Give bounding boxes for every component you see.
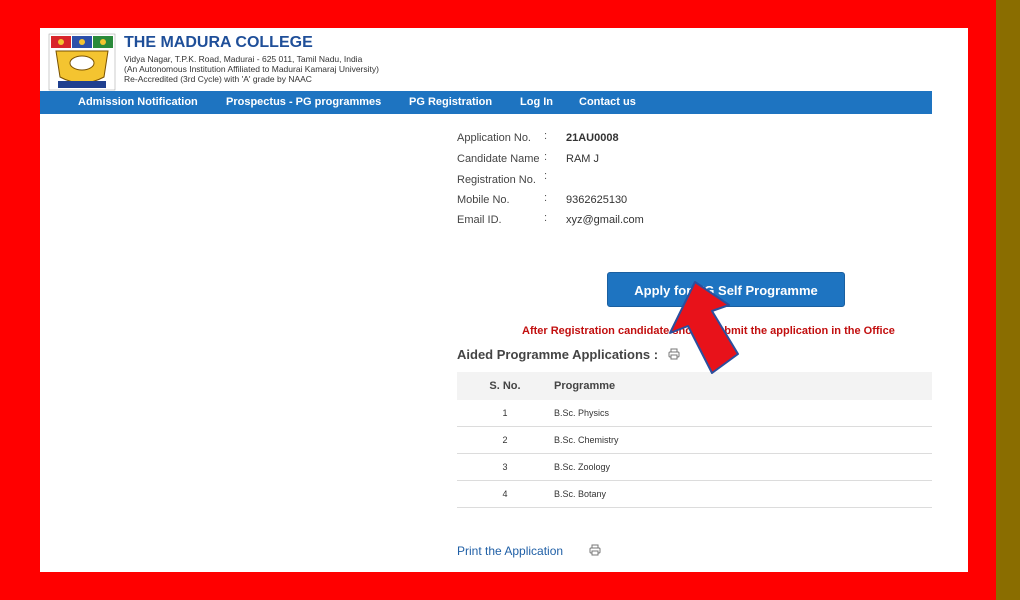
college-logo bbox=[48, 33, 116, 91]
table-row[interactable]: 4 B.Sc. Botany bbox=[457, 480, 932, 508]
row-sno: 3 bbox=[457, 453, 553, 481]
table-header-row: S. No. Programme bbox=[457, 372, 932, 400]
aided-section-title: Aided Programme Applications : bbox=[457, 347, 659, 362]
printer-icon[interactable] bbox=[589, 544, 601, 556]
table-row[interactable]: 1 B.Sc. Physics bbox=[457, 400, 932, 427]
field-colon: : bbox=[544, 170, 548, 182]
college-accreditation-line: Re-Accredited (3rd Cycle) with 'A' grade… bbox=[124, 74, 312, 84]
college-affiliation-line: (An Autonomous Institution Affiliated to… bbox=[124, 64, 379, 74]
mobile-no-value: 9362625130 bbox=[566, 194, 628, 206]
candidate-name-value: RAM J bbox=[566, 153, 599, 165]
application-no-value: 21AU0008 bbox=[566, 132, 619, 144]
college-address-line: Vidya Nagar, T.P.K. Road, Madurai - 625 … bbox=[124, 54, 363, 64]
nav-prospectus-pg[interactable]: Prospectus - PG programmes bbox=[226, 91, 381, 114]
candidate-name-label: Candidate Name bbox=[457, 153, 540, 165]
aided-programme-table: S. No. Programme 1 B.Sc. Physics 2 B.Sc.… bbox=[457, 372, 932, 508]
table-row[interactable]: 2 B.Sc. Chemistry bbox=[457, 426, 932, 454]
main-navbar: Admission Notification Prospectus - PG p… bbox=[40, 91, 932, 114]
row-programme: B.Sc. Chemistry bbox=[553, 426, 932, 454]
field-colon: : bbox=[544, 212, 548, 224]
nav-pg-registration[interactable]: PG Registration bbox=[409, 91, 492, 114]
field-colon: : bbox=[544, 192, 548, 204]
nav-admission-notification[interactable]: Admission Notification bbox=[78, 91, 198, 114]
print-application-link[interactable]: Print the Application bbox=[457, 544, 563, 558]
email-id-label: Email ID. bbox=[457, 214, 502, 226]
row-sno: 2 bbox=[457, 426, 553, 454]
row-programme: B.Sc. Physics bbox=[553, 400, 932, 427]
nav-contact-us[interactable]: Contact us bbox=[579, 91, 636, 114]
email-id-value: xyz@gmail.com bbox=[566, 214, 644, 226]
field-colon: : bbox=[544, 130, 548, 142]
registration-notice: After Registration candidate should subm… bbox=[522, 325, 895, 337]
page: THE MADURA COLLEGE Vidya Nagar, T.P.K. R… bbox=[40, 28, 968, 572]
row-sno: 1 bbox=[457, 400, 553, 427]
row-sno: 4 bbox=[457, 480, 553, 508]
mobile-no-label: Mobile No. bbox=[457, 194, 510, 206]
table-row[interactable]: 3 B.Sc. Zoology bbox=[457, 453, 932, 481]
field-colon: : bbox=[544, 151, 548, 163]
application-no-label: Application No. bbox=[457, 132, 531, 144]
college-name: THE MADURA COLLEGE bbox=[124, 34, 313, 51]
site-header: THE MADURA COLLEGE Vidya Nagar, T.P.K. R… bbox=[40, 28, 968, 92]
sno-header: S. No. bbox=[457, 372, 553, 400]
apply-ug-self-button[interactable]: Apply for UG Self Programme bbox=[607, 272, 845, 307]
registration-no-label: Registration No. bbox=[457, 174, 536, 186]
printer-icon[interactable] bbox=[668, 348, 680, 360]
nav-log-in[interactable]: Log In bbox=[520, 91, 553, 114]
row-programme: B.Sc. Botany bbox=[553, 480, 932, 508]
row-programme: B.Sc. Zoology bbox=[553, 453, 932, 481]
programme-header: Programme bbox=[553, 372, 932, 400]
